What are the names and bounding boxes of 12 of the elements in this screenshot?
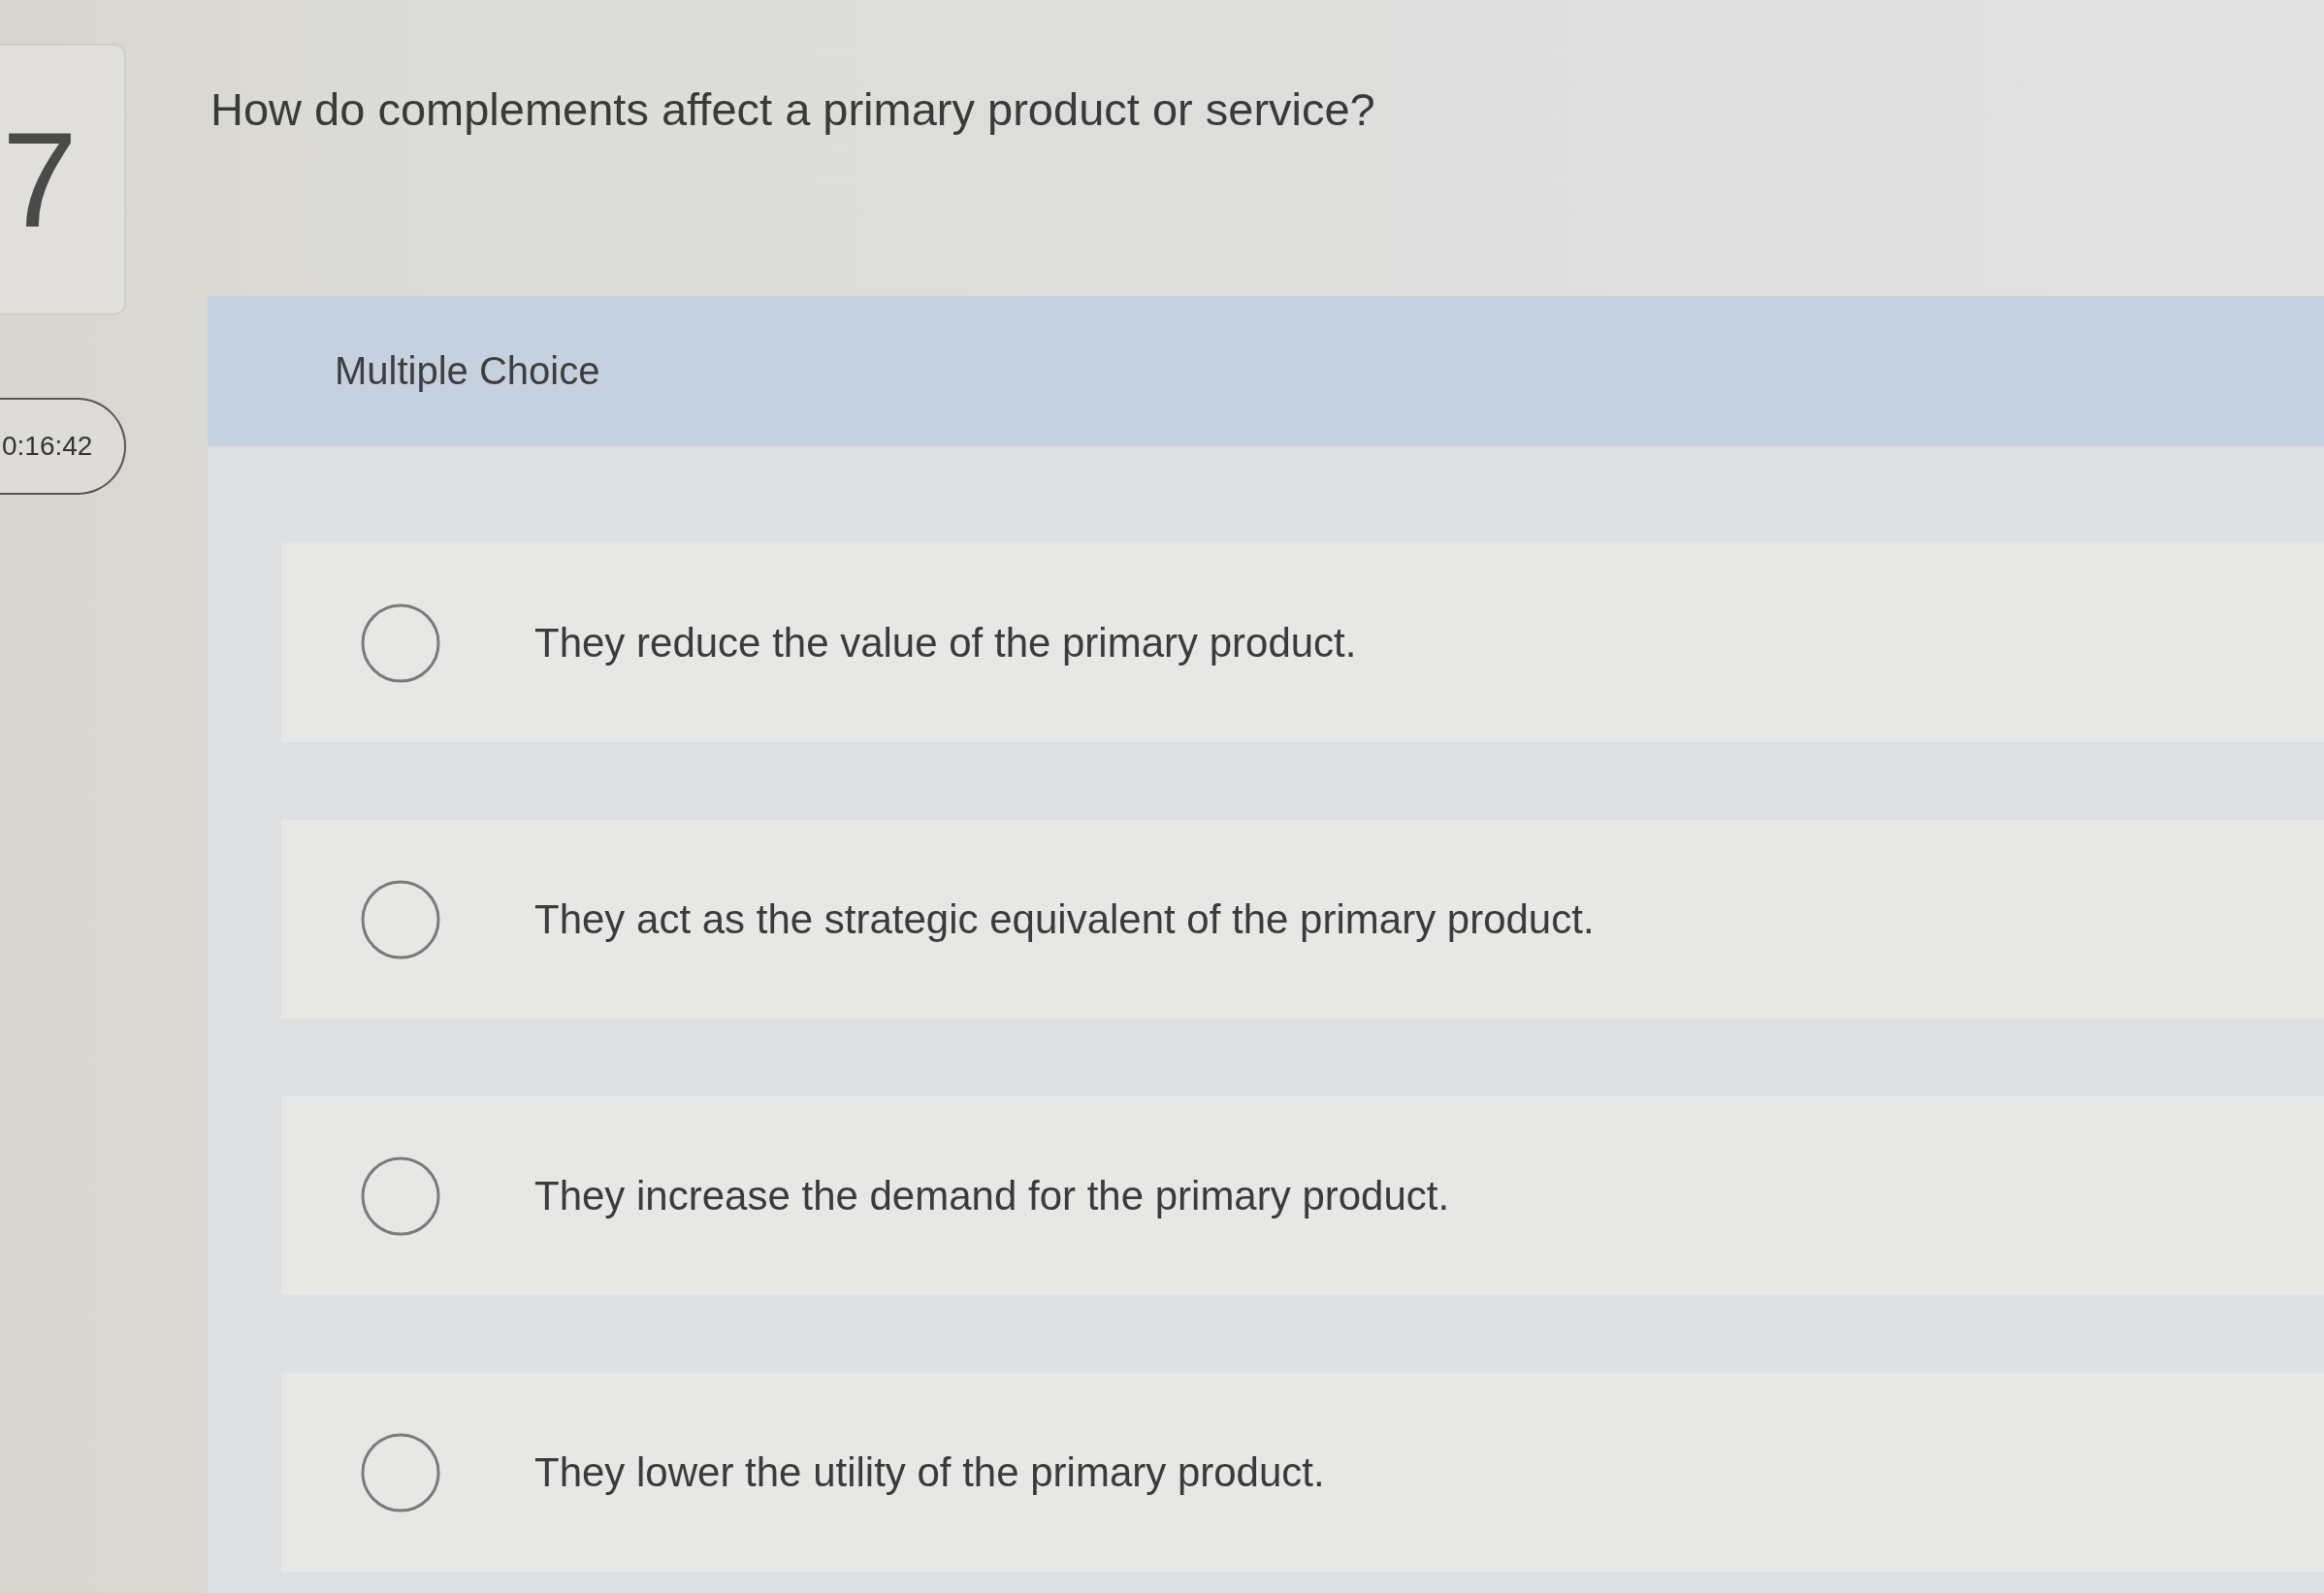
radio-button[interactable] (360, 1431, 441, 1513)
question-text: How do complements affect a primary product or service? (210, 82, 1375, 136)
radio-button[interactable] (360, 878, 441, 960)
timer: 0:16:42 (0, 398, 126, 495)
question-type-label: Multiple Choice (335, 349, 600, 393)
radio-button[interactable] (360, 601, 441, 684)
answer-text: They lower the utility of the primary product. (534, 1448, 1325, 1496)
radio-button[interactable] (360, 1154, 441, 1237)
question-number: 7 (2, 112, 78, 247)
answer-text: They reduce the value of the primary product. (534, 619, 1357, 666)
answer-text: They increase the demand for the primary product. (534, 1172, 1450, 1219)
answer-text: They act as the strategic equivalent of the primary product. (534, 895, 1595, 943)
